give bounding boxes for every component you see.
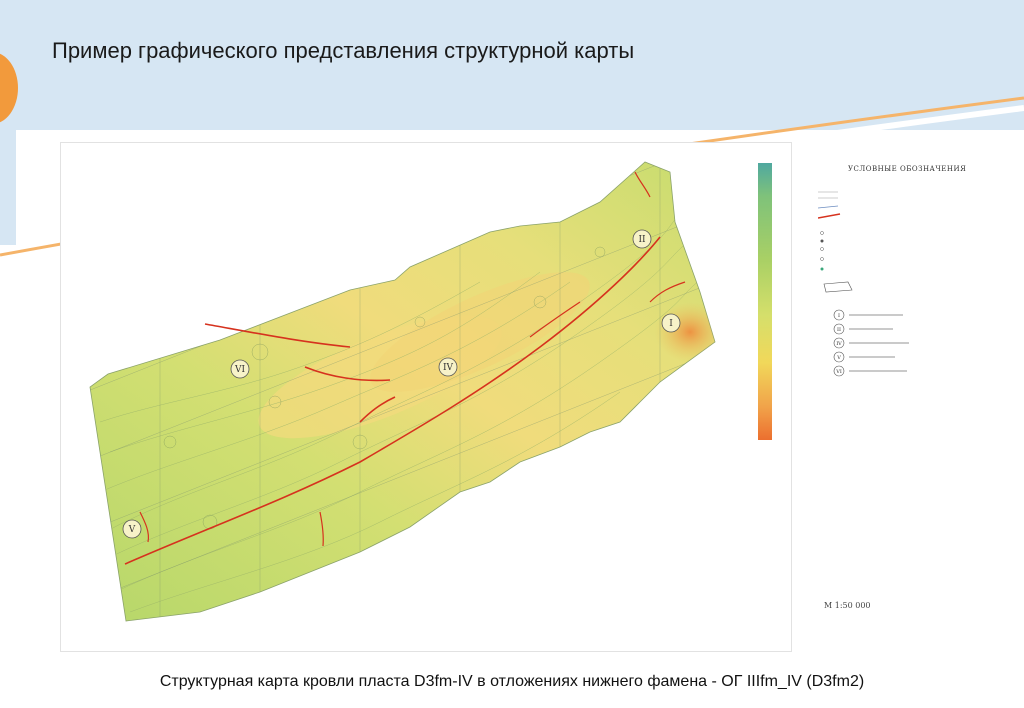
- field-legend-numeral-3: IV: [836, 341, 842, 347]
- field-label-iv: IV: [443, 363, 454, 373]
- structural-map: II I IV V VI: [89, 161, 716, 622]
- field-label-ii: II: [638, 235, 646, 245]
- field-legend-numeral-5: VI: [835, 369, 842, 375]
- field-legend-numeral-1: I: [838, 313, 840, 319]
- slide-caption: Структурная карта кровли пласта D3fm-IV …: [159, 673, 865, 690]
- field-label-i: I: [669, 319, 673, 329]
- depth-color-scale: [758, 163, 772, 440]
- field-label-v: V: [128, 525, 136, 535]
- field-legend-numeral-2: II: [837, 327, 841, 333]
- field-legend-numeral-4: V: [836, 355, 841, 361]
- field-label-vi: VI: [234, 365, 245, 375]
- slide-title: Пример графического представления структ…: [52, 38, 635, 63]
- map-scale: М 1:50 000: [824, 601, 871, 610]
- legend-title: УСЛОВНЫЕ ОБОЗНАЧЕНИЯ: [848, 165, 967, 173]
- field-legend: I II IV V VI: [833, 309, 973, 379]
